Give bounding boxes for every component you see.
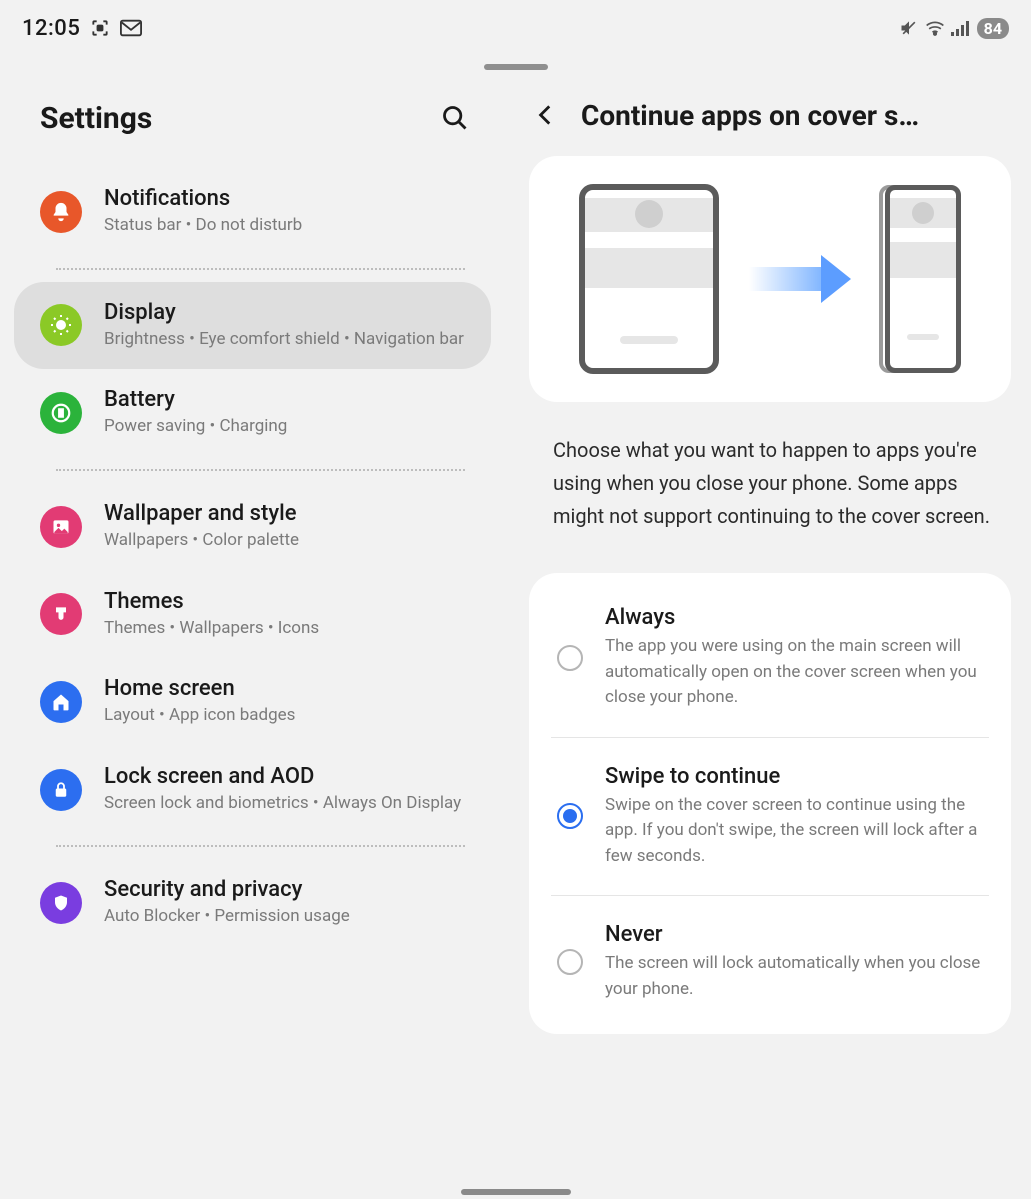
sidebar-item-home-screen[interactable]: Home screenLayout • App icon badges — [0, 658, 505, 746]
option-title: Always — [605, 605, 983, 630]
divider — [56, 845, 465, 847]
bell-icon — [40, 191, 82, 233]
divider — [56, 268, 465, 270]
sidebar-item-label: Battery — [104, 387, 287, 412]
mute-icon — [899, 18, 919, 38]
back-button[interactable] — [529, 98, 563, 132]
sidebar-item-themes[interactable]: ThemesThemes • Wallpapers • Icons — [0, 571, 505, 659]
options-card: Always The app you were using on the main… — [529, 573, 1011, 1034]
option-title: Never — [605, 922, 983, 947]
sidebar-item-sub: Wallpapers • Color palette — [104, 528, 299, 553]
option-title: Swipe to continue — [605, 764, 983, 789]
nav-handle[interactable] — [461, 1189, 571, 1195]
arrow-right-icon — [749, 255, 855, 303]
detail-description: Choose what you want to happen to apps y… — [529, 426, 1011, 533]
option-desc: The app you were using on the main scree… — [605, 634, 983, 711]
sidebar-item-wallpaper-and-style[interactable]: Wallpaper and styleWallpapers • Color pa… — [0, 483, 505, 571]
sidebar-item-label: Notifications — [104, 186, 302, 211]
sidebar-item-security-and-privacy[interactable]: Security and privacyAuto Blocker • Permi… — [0, 859, 505, 947]
sidebar-item-sub: Auto Blocker • Permission usage — [104, 904, 350, 929]
status-bar: 12:05 — [0, 0, 1031, 52]
radio-button[interactable] — [557, 803, 583, 829]
battery-percent: 84 — [977, 18, 1009, 39]
sidebar-item-sub: Screen lock and biometrics • Always On D… — [104, 791, 461, 816]
image-icon — [40, 506, 82, 548]
sidebar-item-sub: Power saving • Charging — [104, 414, 287, 439]
sidebar-item-sub: Brightness • Eye comfort shield • Naviga… — [104, 327, 464, 352]
chevron-left-icon — [533, 102, 559, 128]
sidebar-item-sub: Status bar • Do not disturb — [104, 213, 302, 238]
illustration-card — [529, 156, 1011, 402]
settings-list-pane: Settings NotificationsStatus bar • Do no… — [0, 70, 505, 1199]
option-desc: Swipe on the cover screen to continue us… — [605, 793, 983, 870]
detail-title: Continue apps on cover s… — [581, 99, 919, 132]
shield-icon — [40, 882, 82, 924]
battery-icon — [40, 392, 82, 434]
detail-pane: Continue apps on cover s… — [505, 70, 1031, 1199]
sidebar-item-label: Home screen — [104, 676, 295, 701]
option-swipe-to-continue[interactable]: Swipe to continue Swipe on the cover scre… — [551, 737, 989, 896]
home-icon — [40, 681, 82, 723]
sidebar-item-sub: Themes • Wallpapers • Icons — [104, 616, 319, 641]
option-desc: The screen will lock automatically when … — [605, 951, 983, 1002]
signal-icon — [951, 20, 971, 36]
option-never[interactable]: Never The screen will lock automatically … — [551, 895, 989, 1028]
sidebar-item-lock-screen-and-aod[interactable]: Lock screen and AODScreen lock and biome… — [0, 746, 505, 834]
sidebar-item-notifications[interactable]: NotificationsStatus bar • Do not disturb — [0, 168, 505, 256]
gmail-icon — [120, 19, 142, 37]
phone-small-icon — [885, 185, 961, 373]
status-time: 12:05 — [22, 16, 80, 41]
search-button[interactable] — [435, 98, 475, 138]
sidebar-item-battery[interactable]: BatteryPower saving • Charging — [0, 369, 505, 457]
lock-icon — [40, 769, 82, 811]
sidebar-item-label: Display — [104, 300, 464, 325]
divider — [56, 469, 465, 471]
option-always[interactable]: Always The app you were using on the main… — [551, 579, 989, 737]
focus-icon — [90, 18, 110, 38]
search-icon — [441, 104, 469, 132]
page-title: Settings — [40, 101, 152, 136]
phone-large-icon — [579, 184, 719, 374]
sidebar-item-label: Themes — [104, 589, 319, 614]
sun-icon — [40, 304, 82, 346]
sidebar-item-label: Security and privacy — [104, 877, 350, 902]
sidebar-item-label: Wallpaper and style — [104, 501, 299, 526]
sidebar-item-label: Lock screen and AOD — [104, 764, 461, 789]
sidebar-item-display[interactable]: DisplayBrightness • Eye comfort shield •… — [14, 282, 491, 370]
wifi-icon — [925, 20, 945, 36]
sidebar-item-sub: Layout • App icon badges — [104, 703, 295, 728]
radio-button[interactable] — [557, 645, 583, 671]
radio-button[interactable] — [557, 949, 583, 975]
brush-icon — [40, 593, 82, 635]
